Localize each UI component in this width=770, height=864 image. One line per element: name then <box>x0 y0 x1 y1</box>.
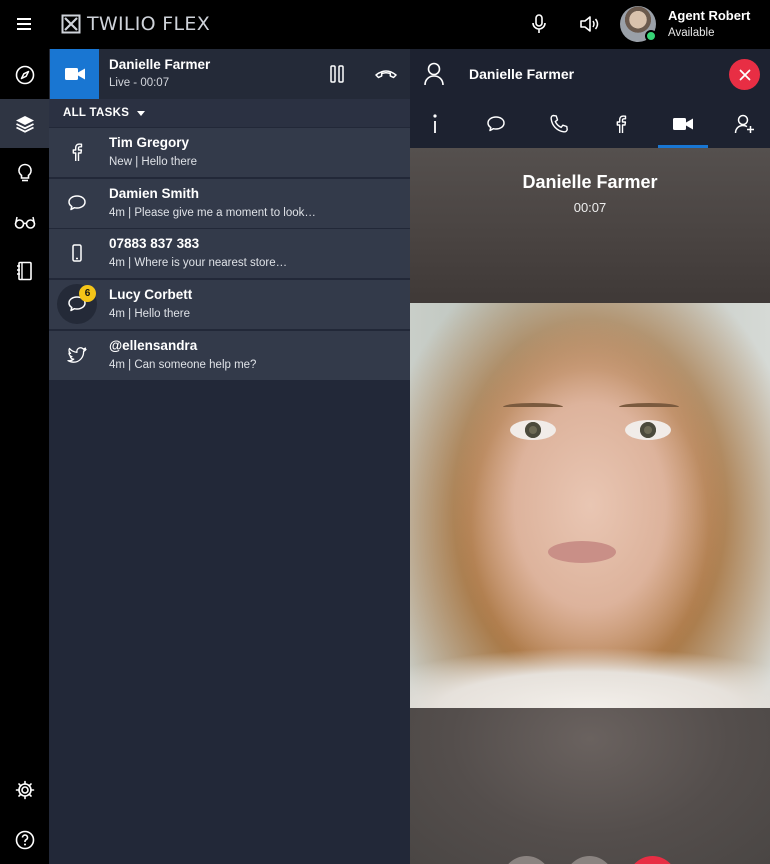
hangup-icon <box>375 70 397 79</box>
unread-badge: 6 <box>79 285 96 302</box>
task-preview: 4m | Where is your nearest store… <box>109 257 288 269</box>
hamburger-menu-icon[interactable] <box>14 14 36 34</box>
task-preview: New | Hello there <box>109 156 197 168</box>
agent-status[interactable]: Available <box>668 27 714 39</box>
video-face-detail <box>410 648 770 708</box>
layers-icon <box>15 115 34 133</box>
caller-name: Danielle Farmer <box>522 172 658 192</box>
task-channel <box>57 132 97 172</box>
task-filter-label: ALL TASKS <box>63 107 130 119</box>
nav-directory[interactable] <box>0 246 49 295</box>
task-tabs <box>410 99 770 148</box>
gear-icon <box>15 780 34 799</box>
facebook-icon <box>616 114 627 133</box>
hangup-button[interactable] <box>374 63 397 85</box>
side-nav <box>0 49 49 864</box>
task-name: Damien Smith <box>109 186 200 201</box>
task-canvas: Danielle Farmer Danielle Farmer 00:07 <box>410 49 770 864</box>
task-channel <box>57 183 97 223</box>
nav-layers[interactable] <box>0 99 49 148</box>
add-contact-icon <box>734 114 754 133</box>
close-icon <box>739 69 750 80</box>
task-preview: 4m | Please give me a moment to look… <box>109 207 316 219</box>
task-item[interactable]: 6 Lucy Corbett 4m | Hello there <box>49 280 410 329</box>
active-task[interactable]: Danielle Farmer Live - 00:07 <box>49 49 410 99</box>
tab-chat[interactable] <box>471 99 521 148</box>
nav-compass[interactable] <box>0 50 49 99</box>
video-icon <box>64 68 85 80</box>
nav-help[interactable] <box>0 815 49 864</box>
tab-video[interactable] <box>658 99 708 148</box>
top-bar: TWILIO FLEX Agent Robert Available <box>0 0 770 49</box>
nav-insights[interactable] <box>0 148 49 197</box>
task-item[interactable]: Damien Smith 4m | Please give me a momen… <box>49 179 410 228</box>
video-face-detail <box>503 403 563 411</box>
lightbulb-icon <box>17 163 32 181</box>
info-icon <box>433 113 437 133</box>
phone-icon <box>550 114 568 133</box>
active-task-status: Live - 00:07 <box>109 77 170 89</box>
presence-indicator <box>645 30 657 42</box>
notebook-icon <box>16 261 32 280</box>
task-name: @ellensandra <box>109 338 198 353</box>
task-preview: 4m | Can someone help me? <box>109 359 257 371</box>
twitter-icon <box>67 347 87 363</box>
video-call-area: Danielle Farmer 00:07 <box>410 148 770 864</box>
speaker-icon[interactable] <box>578 13 600 35</box>
video-face-detail <box>548 541 616 563</box>
nav-supervisor[interactable] <box>0 197 49 246</box>
person-icon <box>423 61 445 87</box>
video-face-detail <box>510 420 556 440</box>
video-controls-backdrop <box>410 708 770 864</box>
task-item[interactable]: Tim Gregory New | Hello there <box>49 128 410 177</box>
pause-icon <box>330 65 344 83</box>
task-item[interactable]: @ellensandra 4m | Can someone help me? <box>49 331 410 380</box>
task-filter-dropdown[interactable]: ALL TASKS <box>49 99 410 127</box>
task-name: Lucy Corbett <box>109 287 193 302</box>
glasses-icon <box>14 216 35 229</box>
brand-name: TWILIO FLEX <box>87 13 211 35</box>
hold-button[interactable] <box>326 63 348 85</box>
active-task-channel <box>50 49 99 99</box>
brand-logo: TWILIO FLEX <box>61 12 210 36</box>
microphone-icon[interactable] <box>528 13 550 35</box>
chat-icon <box>68 195 86 211</box>
call-timer: 00:07 <box>573 200 607 215</box>
chat-icon <box>487 115 505 131</box>
help-icon <box>15 830 34 849</box>
task-name: 07883 837 383 <box>109 236 200 251</box>
video-face-detail <box>619 403 679 411</box>
task-list-panel: Danielle Farmer Live - 00:07 ALL TASKS T… <box>49 49 410 864</box>
facebook-icon <box>72 143 83 161</box>
nav-settings[interactable] <box>0 765 49 814</box>
task-preview: 4m | Hello there <box>109 308 190 320</box>
active-task-name: Danielle Farmer <box>109 57 211 72</box>
tab-add-contact[interactable] <box>720 99 770 148</box>
video-icon <box>673 117 693 130</box>
task-channel <box>57 233 97 273</box>
task-item[interactable]: 07883 837 383 4m | Where is your nearest… <box>49 229 410 278</box>
contact-name: Danielle Farmer <box>469 66 575 82</box>
tab-facebook[interactable] <box>596 99 646 148</box>
caret-down-icon <box>137 110 146 116</box>
compass-icon <box>15 65 34 84</box>
mobile-icon <box>72 244 82 262</box>
close-button[interactable] <box>729 59 760 90</box>
video-face-detail <box>625 420 671 440</box>
task-canvas-header: Danielle Farmer <box>410 49 770 99</box>
twilio-flex-logo-icon <box>61 14 81 34</box>
remote-video-feed <box>410 303 770 708</box>
tab-phone[interactable] <box>534 99 584 148</box>
task-channel <box>57 335 97 375</box>
agent-name[interactable]: Agent Robert <box>668 8 750 23</box>
task-name: Tim Gregory <box>109 135 190 150</box>
tab-info[interactable] <box>410 99 460 148</box>
